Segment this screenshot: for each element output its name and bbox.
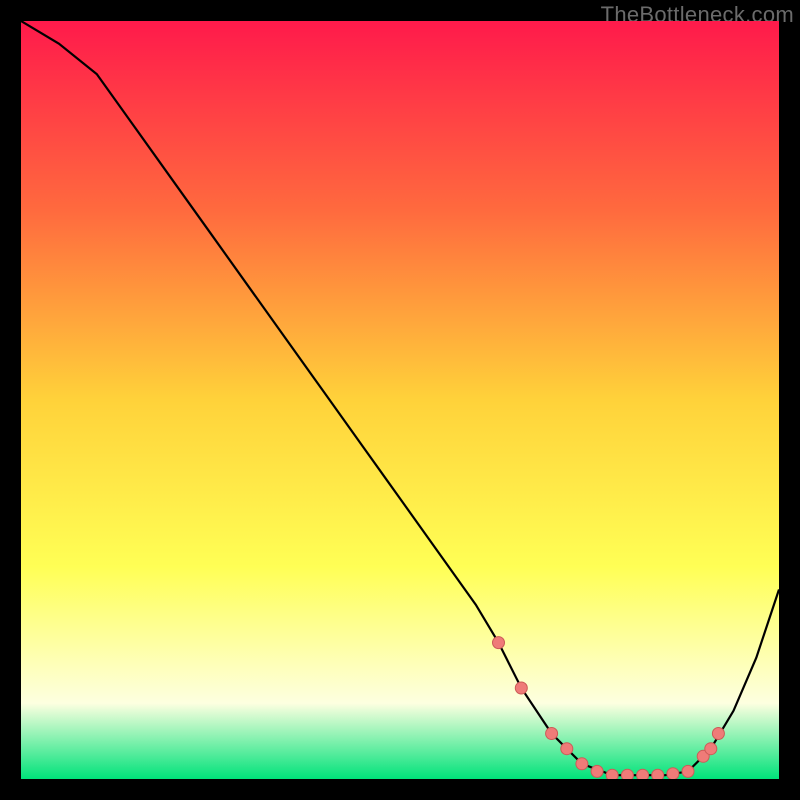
marker-dot: [546, 728, 558, 740]
marker-dot: [493, 637, 505, 649]
marker-dot: [637, 769, 649, 779]
marker-dot: [682, 765, 694, 777]
marker-dot: [667, 768, 679, 779]
gradient-background: [21, 21, 779, 779]
marker-dot: [576, 758, 588, 770]
marker-dot: [712, 728, 724, 740]
marker-dot: [591, 765, 603, 777]
plot-area: [21, 21, 779, 779]
marker-dot: [652, 769, 664, 779]
marker-dot: [621, 769, 633, 779]
marker-dot: [705, 743, 717, 755]
chart-frame: TheBottleneck.com: [0, 0, 800, 800]
marker-dot: [515, 682, 527, 694]
marker-dot: [606, 769, 618, 779]
bottleneck-chart: [21, 21, 779, 779]
marker-dot: [561, 743, 573, 755]
